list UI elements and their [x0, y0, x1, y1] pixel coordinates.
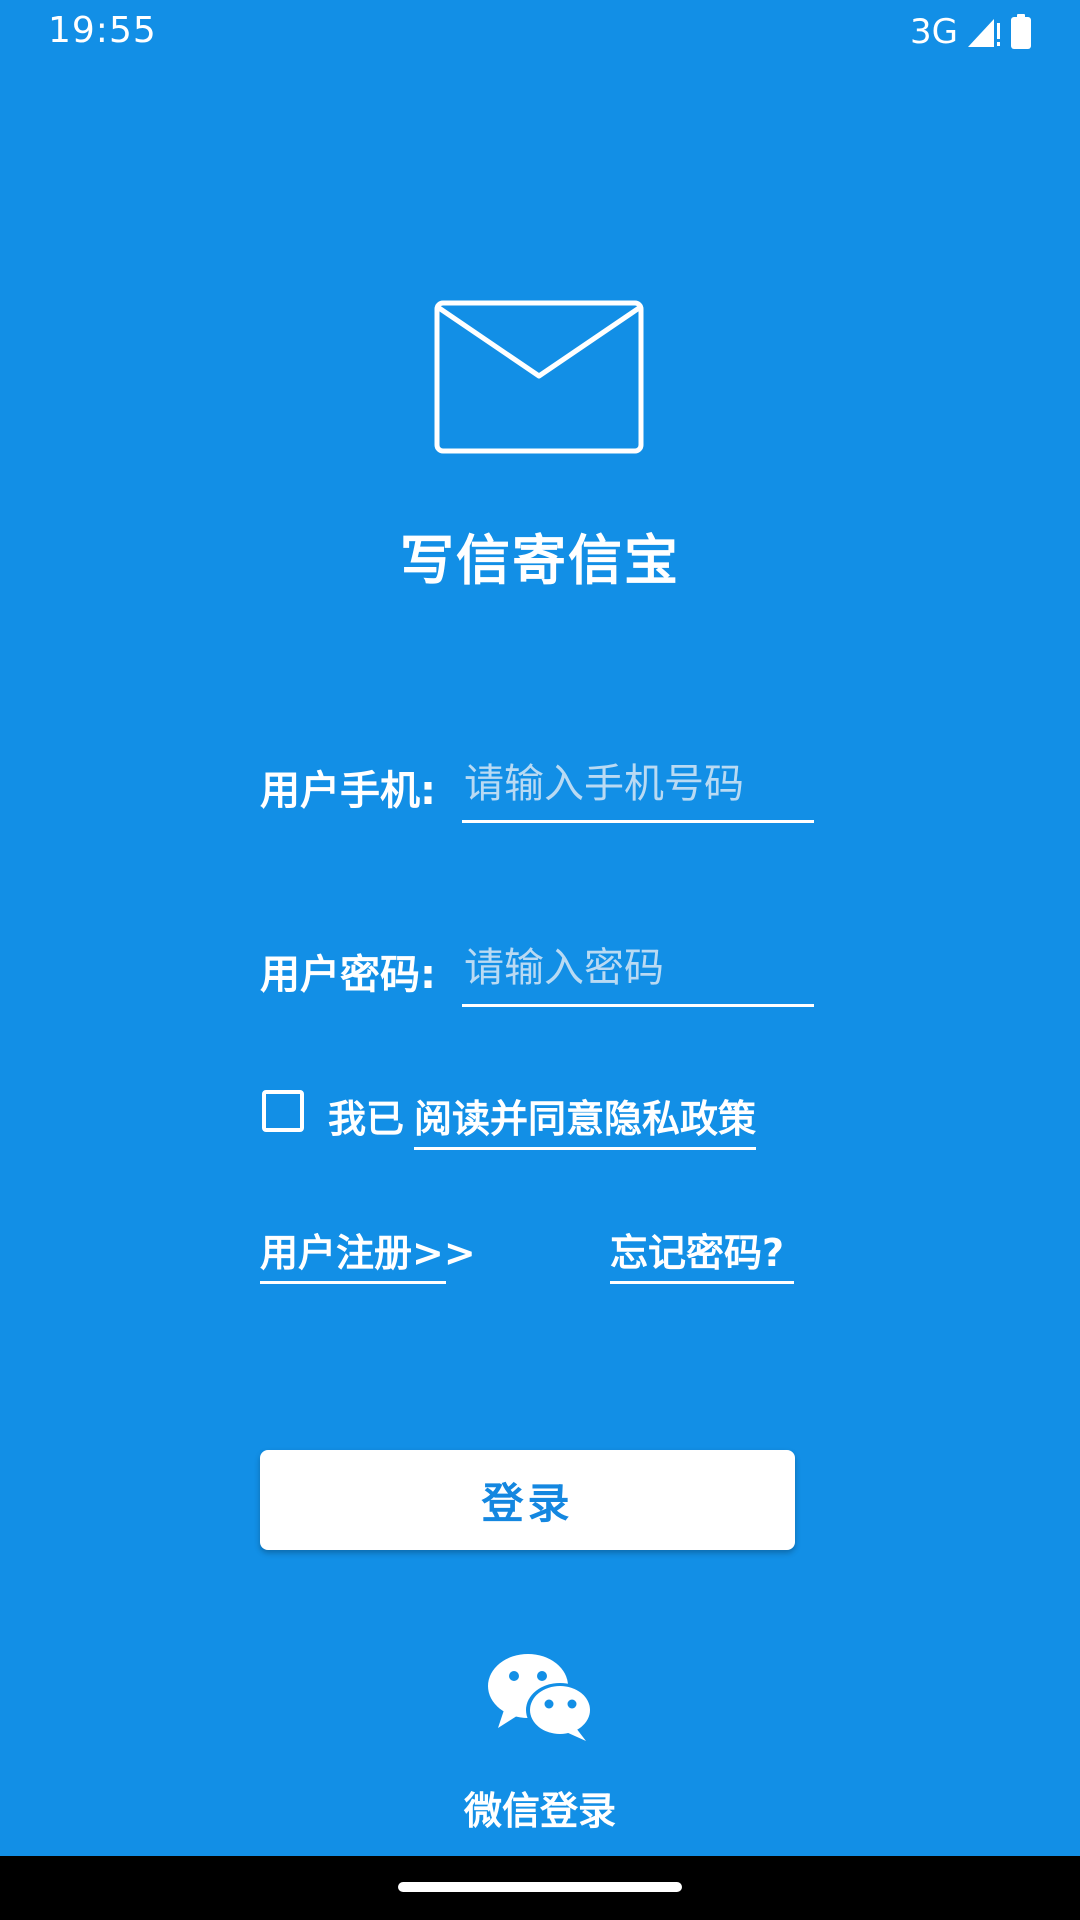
status-time: 19:55	[48, 10, 157, 51]
password-label: 用户密码:	[260, 952, 436, 998]
envelope-icon	[434, 300, 644, 454]
home-indicator[interactable]	[398, 1882, 682, 1892]
wechat-login-label[interactable]: 微信登录	[0, 1780, 1080, 1835]
agree-prefix-text: 我已	[328, 1097, 405, 1141]
password-input[interactable]	[462, 938, 814, 1007]
agree-checkbox[interactable]	[262, 1090, 304, 1132]
wechat-icon[interactable]	[486, 1652, 596, 1742]
battery-icon	[1010, 14, 1032, 50]
status-bar: 19:55 3G	[0, 0, 1080, 64]
register-link[interactable]: 用户注册>>	[260, 1222, 476, 1284]
network-type: 3G	[910, 12, 958, 52]
navigation-bar	[0, 1856, 1080, 1920]
phone-input[interactable]	[462, 754, 814, 823]
signal-icon	[966, 15, 1002, 49]
login-button[interactable]: 登录	[260, 1450, 795, 1550]
app-title: 写信寄信宝	[400, 529, 680, 592]
phone-label: 用户手机:	[260, 768, 436, 814]
privacy-policy-link[interactable]: 阅读并同意隐私政策	[414, 1088, 757, 1150]
forgot-password-link[interactable]: 忘记密码?	[610, 1222, 794, 1284]
status-icons: 3G	[910, 10, 1032, 54]
